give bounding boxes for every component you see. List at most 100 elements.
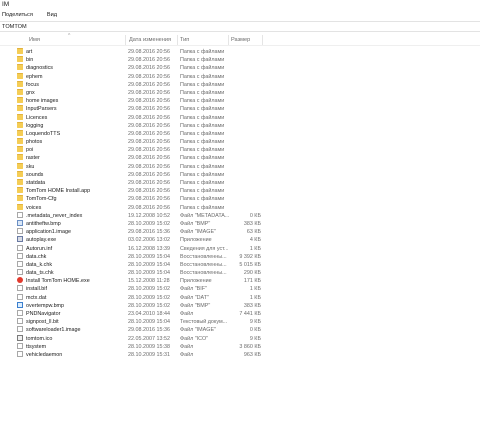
file-row[interactable]: InputParsers 29.08.2016 20:56 Папка с файл… [0,105,480,113]
file-row[interactable]: focus 29.08.2016 20:56 Папка с файлами [0,80,480,89]
file-type: Файл "BIF" [180,286,207,293]
column-divider[interactable] [262,35,263,45]
menu-share[interactable]: Поделиться [2,12,33,18]
file-row[interactable]: statdata 29.08.2016 20:56 Папка с файлами [0,179,480,187]
file-type: Восстановленны... [180,261,227,268]
img-icon [17,219,23,226]
file-row[interactable]: TomTom-Cfg 29.08.2016 20:56 Папка с файлам… [0,195,480,203]
file-row[interactable]: softwareloader1.image 29.08.2016 15:36 Фай… [0,326,480,334]
file-icon [17,260,23,267]
file-date: 29.08.2016 20:56 [128,122,170,129]
file-row[interactable]: data.chk 28.10.2009 15:04 Восстановленны..… [0,252,480,261]
file-icon [17,326,23,333]
file-name: gnx [26,89,35,96]
file-row[interactable]: signpost_ll.bit 28.10.2009 15:04 Текстовый… [0,318,480,326]
file-type: Папка с файлами [180,81,225,88]
file-type: Папка с файлами [180,147,225,154]
file-name: data_ts.chk [26,270,54,277]
file-row[interactable]: logging 29.08.2016 20:56 Папка с файлами [0,121,480,130]
file-type: Приложение [180,237,212,244]
folder-icon [17,113,23,120]
folder-icon [17,203,23,210]
file-row[interactable]: Install TomTom HOME.exe 15.12.2008 11:28 П… [0,277,480,285]
file-row[interactable]: sounds 29.08.2016 20:56 Папка с файлами [0,170,480,179]
file-size: 1 КБ [249,286,261,293]
column-date[interactable]: Дата изменения [126,33,178,46]
file-type: Восстановленны... [180,253,227,260]
file-icon [17,318,23,325]
file-name: InputParsers [26,106,57,113]
file-row[interactable]: .metadata_never_index 19.12.2008 10:52 Фай… [0,211,480,220]
file-type: Файл "BMP" [180,302,211,309]
file-date: 29.08.2016 20:56 [128,155,170,162]
file-type: Файл [180,311,194,317]
file-name: mctx.dat [26,294,47,301]
file-size: 3 860 КБ [239,343,261,350]
file-date: 28.10.2009 15:02 [128,302,170,309]
file-date: 19.12.2008 10:52 [128,212,170,219]
file-row[interactable]: Licences 29.08.2016 20:56 Папка с файлами [0,113,480,122]
file-row[interactable]: ephem 29.08.2016 20:56 Папка с файлами [0,72,480,81]
file-rows: art 29.08.2016 20:56 Папка с файлами bin 29.… [0,48,480,359]
file-name: autoplay.exe [26,237,57,244]
file-size: 0 КБ [249,327,261,334]
file-row[interactable]: ttsystem 28.10.2009 15:38 Файл 3 860 КБ [0,342,480,351]
file-row[interactable]: art 29.08.2016 20:56 Папка с файлами [0,48,480,56]
file-type: Папка с файлами [180,155,225,162]
column-size[interactable]: Размер [228,33,262,46]
file-row[interactable]: antitheftw.bmp 28.10.2009 15:02 Файл "BMP"… [0,219,480,228]
file-type: Папка с файлами [180,130,225,137]
file-row[interactable]: mctx.dat 28.10.2009 15:02 Файл "DAT" 1 КБ [0,293,480,302]
folder-icon [17,195,23,202]
file-row[interactable]: sku 29.08.2016 20:56 Папка с файлами [0,162,480,171]
exe-red-icon [17,277,23,284]
column-type[interactable]: Тип [177,33,227,46]
folder-icon [17,72,23,79]
file-date: 28.10.2009 15:02 [128,294,170,301]
file-row[interactable]: LoquendoTTS 29.08.2016 20:56 Папка с файла… [0,129,480,138]
file-size: 1 КБ [249,294,261,301]
file-row[interactable]: photos 29.08.2016 20:56 Папка с файлами [0,138,480,146]
file-size: 0 КБ [249,212,261,219]
file-row[interactable]: poi 29.08.2016 20:56 Папка с файлами [0,146,480,154]
file-row[interactable]: autoplay.exe 03.02.2006 13:02 Приложение 4 … [0,236,480,244]
address-bar[interactable]: TOMTOM [0,21,480,32]
file-name: application1.image [26,229,71,236]
file-row[interactable]: tomtom.ico 22.05.2007 13:52 Файл "ICO" 9 КБ [0,334,480,343]
file-type: Файл "METADATA... [180,212,230,219]
file-row[interactable]: data_ts.chk 28.10.2009 15:04 Восстановленн… [0,269,480,277]
folder-icon [17,121,23,128]
file-row[interactable]: Autorun.inf 16.12.2008 13:39 Сведения для … [0,244,480,253]
file-row[interactable]: vehicledaemon 28.10.2009 15:31 Файл 963 КБ [0,350,480,359]
file-row[interactable]: bin 29.08.2016 20:56 Папка с файлами [0,56,480,64]
file-type: Файл "BMP" [180,220,211,227]
file-row[interactable]: diagnostics 29.08.2016 20:56 Папка с файла… [0,64,480,72]
file-row[interactable]: overtempw.bmp 28.10.2009 15:02 Файл "BMP" 3… [0,301,480,310]
menu-view[interactable]: Вид [47,12,57,18]
file-type: Папка с файлами [180,180,225,186]
file-row[interactable]: TomTom HOME Install.app 29.08.2016 20:56 П… [0,187,480,195]
file-name: PNDNavigator [26,311,61,317]
file-row[interactable]: install.bif 28.10.2009 15:02 Файл "BIF" 1 К… [0,285,480,293]
file-name: softwareloader1.image [26,327,81,334]
folder-icon [17,129,23,136]
file-size: 9 392 КБ [239,253,261,260]
file-date: 29.08.2016 20:56 [128,196,170,203]
file-name: .metadata_never_index [26,212,83,219]
file-date: 29.08.2016 20:56 [128,65,170,72]
file-row[interactable]: application1.image 29.08.2016 15:36 Файл "… [0,228,480,236]
file-date: 28.10.2009 15:31 [128,351,170,358]
file-date: 29.08.2016 20:56 [128,106,170,113]
file-type: Папка с файлами [180,163,225,170]
file-date: 28.10.2009 15:38 [128,343,170,350]
file-row[interactable]: PNDNavigator 23.04.2010 18:44 Файл 7 441 КБ [0,310,480,318]
folder-icon [17,162,23,169]
file-row[interactable]: voices 29.08.2016 20:56 Папка с файлами [0,203,480,212]
file-row[interactable]: data_k.chk 28.10.2009 15:04 Восстановленны… [0,260,480,269]
file-row[interactable]: raster 29.08.2016 20:56 Папка с файлами [0,154,480,162]
file-name: art [26,49,33,55]
file-date: 22.05.2007 13:52 [128,335,170,342]
column-name[interactable]: Имя [26,33,126,46]
file-row[interactable]: home images 29.08.2016 20:56 Папка с файла… [0,97,480,105]
file-row[interactable]: gnx 29.08.2016 20:56 Папка с файлами [0,88,480,97]
